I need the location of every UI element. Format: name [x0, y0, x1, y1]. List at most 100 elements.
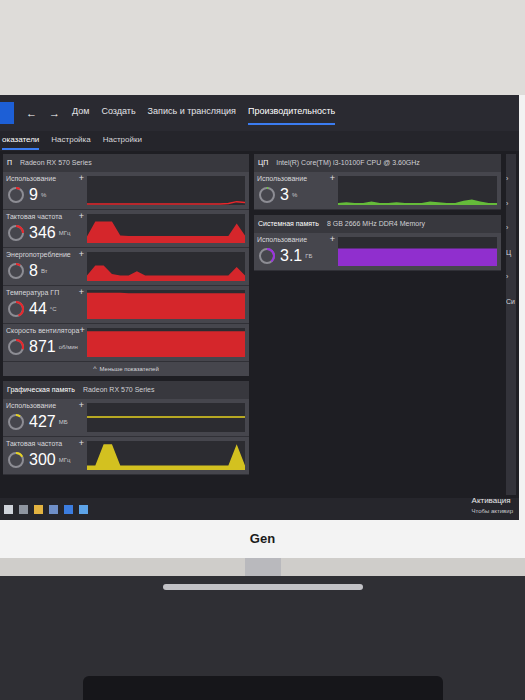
- back-button[interactable]: ←: [26, 105, 37, 122]
- strip-item[interactable]: ›: [506, 272, 516, 283]
- right-strip: › › › Ц › Си: [506, 154, 516, 495]
- gauge-icon: [6, 337, 26, 357]
- metric-value: 8: [29, 261, 38, 281]
- nav-bar: ← → Дом Создать Запись и трансляция Производи…: [0, 95, 519, 131]
- metric-row: Температура ГП+44°C: [3, 286, 249, 324]
- strip-item[interactable]: ›: [506, 199, 516, 210]
- metric-chart: [87, 252, 245, 281]
- pin-button[interactable]: +: [79, 401, 84, 410]
- metric-row: Тактовая частота+300МГц: [3, 437, 249, 475]
- nav-tab[interactable]: Дом: [72, 101, 89, 125]
- monitor-bezel: [519, 95, 525, 520]
- pin-button[interactable]: +: [330, 235, 335, 244]
- search-icon[interactable]: [19, 505, 28, 514]
- metric-unit: МГц: [59, 229, 71, 238]
- app-logo: [0, 102, 14, 124]
- explorer-icon[interactable]: [34, 505, 43, 514]
- gauge-icon: [6, 223, 26, 243]
- nav-tab[interactable]: Производительность: [248, 101, 335, 125]
- pin-button[interactable]: +: [79, 174, 84, 183]
- metric-label: Использование: [6, 401, 56, 410]
- metric-row: Тактовая частота+346МГц: [3, 210, 249, 248]
- metric-label: Использование: [6, 174, 56, 183]
- metric-row: Использование+3%: [254, 172, 501, 210]
- metric-unit: МБ: [59, 418, 68, 427]
- metric-chart: [87, 290, 245, 319]
- activation-watermark: АктивацияЧтобы активир: [472, 495, 513, 516]
- start-icon[interactable]: [4, 505, 13, 514]
- metric-chart: [338, 176, 497, 205]
- pin-button[interactable]: +: [79, 212, 84, 221]
- monitor: ← → Дом Создать Запись и трансляция Производи…: [0, 95, 525, 558]
- sub-tab[interactable]: Настройки: [103, 132, 142, 150]
- metric-row: Использование +427МБ: [3, 399, 249, 437]
- metric-label: Использование: [257, 235, 307, 244]
- ram-panel: Системная память8 GB 2666 MHz DDR4 Memor…: [254, 215, 501, 271]
- metric-unit: ГБ: [305, 252, 312, 261]
- monitor-stand: [163, 584, 363, 590]
- gpu-panel: ПRadeon RX 570 SeriesИспользование+9%Так…: [3, 154, 249, 376]
- metric-label: Температура ГП: [6, 288, 59, 297]
- gauge-icon: [257, 246, 277, 266]
- metric-value: 44: [29, 299, 47, 319]
- gauge-icon: [6, 299, 26, 319]
- cpu-panel: ЦПIntel(R) Core(TM) i3-10100F CPU @ 3.60…: [254, 154, 501, 210]
- memory-panel: Графическая памятьRadeon RX 570 SeriesИс…: [3, 381, 249, 475]
- metric-value: 300: [29, 450, 56, 470]
- metric-value: 871: [29, 337, 56, 357]
- metric-value: 427: [29, 412, 56, 432]
- strip-item[interactable]: Си: [506, 297, 516, 308]
- nav-tab[interactable]: Создать: [101, 101, 135, 125]
- photo: ← → Дом Создать Запись и трансляция Производи…: [0, 0, 525, 700]
- wall: [0, 0, 525, 95]
- monitor-neck: [245, 558, 281, 576]
- metric-label: Тактовая частота: [6, 439, 62, 448]
- sub-tab[interactable]: Настройка: [51, 132, 90, 150]
- sub-tab[interactable]: оказатели: [2, 132, 39, 150]
- brand-logo: Gen: [250, 529, 275, 549]
- metric-row: Использование+3.1ГБ: [254, 233, 501, 271]
- gauge-icon: [6, 450, 26, 470]
- metric-chart: [87, 328, 245, 357]
- panel-device: Radeon RX 570 Series: [20, 158, 92, 169]
- forward-button[interactable]: →: [49, 105, 60, 122]
- metric-row: Скорость вентилятора+871об/мин: [3, 324, 249, 362]
- metric-label: Энергопотребление: [6, 250, 71, 259]
- gauge-icon: [257, 185, 277, 205]
- sub-nav: оказатели Настройка Настройки: [0, 131, 519, 151]
- pin-button[interactable]: +: [79, 326, 84, 335]
- metric-chart: [87, 403, 245, 432]
- screen: ← → Дом Создать Запись и трансляция Производи…: [0, 95, 519, 520]
- metric-chart: [87, 176, 245, 205]
- strip-item[interactable]: ›: [506, 174, 516, 185]
- strip-item[interactable]: ›: [506, 223, 516, 234]
- metric-label: Тактовая частота: [6, 212, 62, 221]
- pin-button[interactable]: +: [79, 250, 84, 259]
- metric-unit: %: [41, 191, 46, 200]
- panels-area: ПRadeon RX 570 SeriesИспользование+9%Так…: [0, 151, 519, 498]
- metric-value: 9: [29, 185, 38, 205]
- metric-unit: об/мин: [59, 343, 78, 352]
- metric-unit: %: [292, 191, 297, 200]
- panel-device: Radeon RX 570 Series: [83, 385, 155, 396]
- less-link[interactable]: ^Меньше показателей: [3, 362, 249, 376]
- app-icon[interactable]: [64, 505, 73, 514]
- store-icon[interactable]: [49, 505, 58, 514]
- gauge-icon: [6, 261, 26, 281]
- pin-button[interactable]: +: [330, 174, 335, 183]
- metric-chart: [87, 214, 245, 243]
- metric-chart: [338, 237, 497, 266]
- nav-tab[interactable]: Запись и трансляция: [148, 101, 236, 125]
- metric-label: Скорость вентилятора: [6, 326, 79, 335]
- pin-button[interactable]: +: [79, 288, 84, 297]
- metric-chart: [87, 441, 245, 470]
- strip-item[interactable]: Ц: [506, 248, 516, 259]
- gauge-icon: [6, 412, 26, 432]
- monitor-chin: Gen: [0, 520, 525, 558]
- metric-unit: Вт: [41, 267, 48, 276]
- metric-row: Энергопотребление +8Вт: [3, 248, 249, 286]
- panel-device: 8 GB 2666 MHz DDR4 Memory: [327, 219, 425, 230]
- app-icon[interactable]: [79, 505, 88, 514]
- panel-device: Intel(R) Core(TM) i3-10100F CPU @ 3.60GH…: [276, 158, 420, 169]
- pin-button[interactable]: +: [79, 439, 84, 448]
